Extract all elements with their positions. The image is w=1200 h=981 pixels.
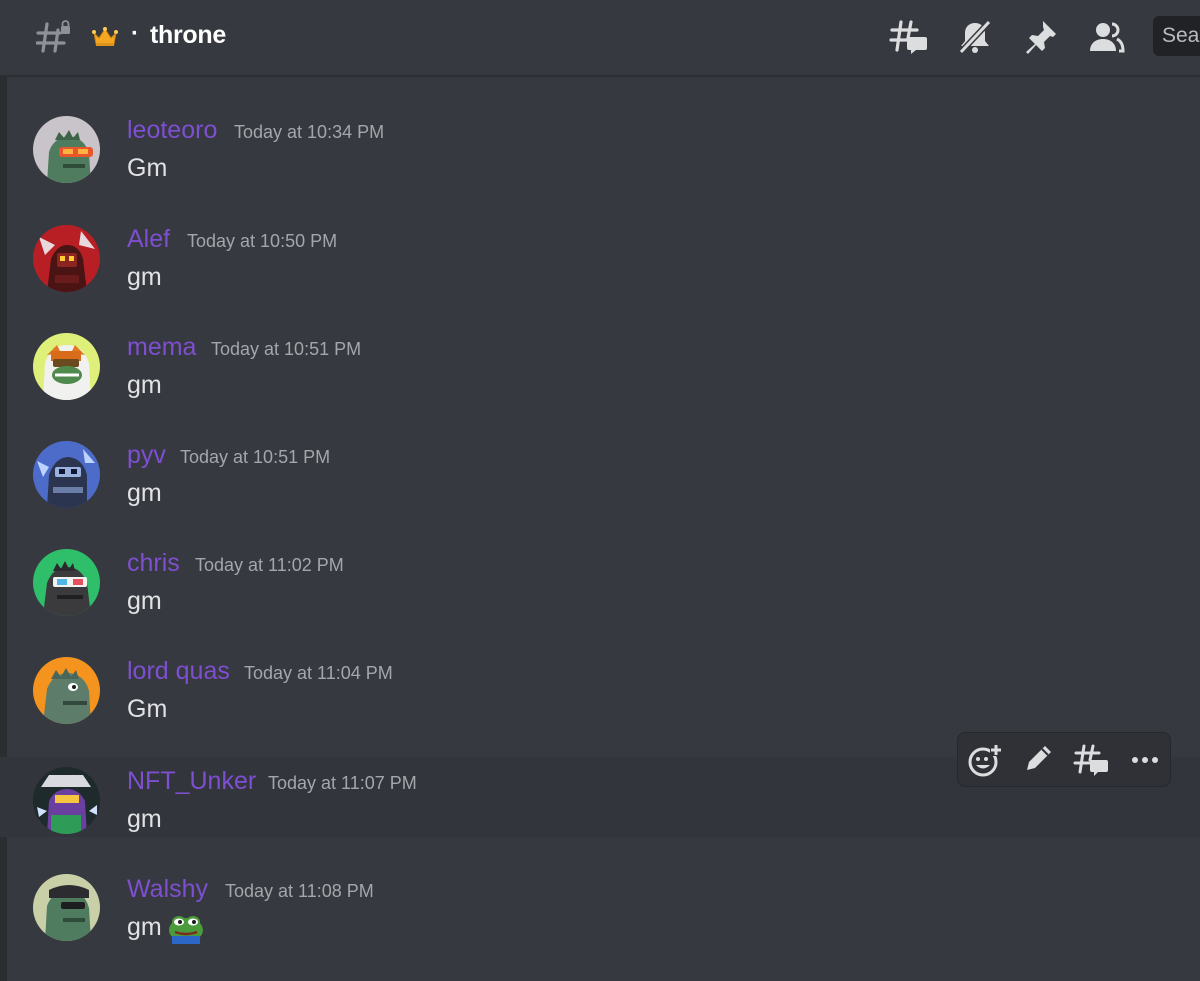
user-avatar[interactable] (33, 441, 100, 508)
message-timestamp: Today at 11:04 PM (244, 663, 393, 683)
edit-icon[interactable] (1019, 742, 1057, 778)
message-timestamp: Today at 11:07 PM (268, 773, 417, 793)
channel-header: · throne Search (0, 0, 1200, 77)
channel-name: throne (150, 21, 226, 49)
add-reaction-icon[interactable] (966, 742, 1004, 778)
message-content: gm (127, 587, 162, 615)
user-avatar[interactable] (33, 225, 100, 292)
message-timestamp: Today at 10:50 PM (187, 231, 338, 251)
search-input[interactable]: Search (1153, 16, 1200, 56)
user-avatar[interactable] (33, 549, 100, 616)
message-timestamp: Today at 11:08 PM (225, 881, 374, 901)
message-username[interactable]: pyv (127, 441, 166, 470)
search-placeholder: Search (1162, 24, 1200, 47)
message-timestamp: Today at 10:34 PM (234, 122, 385, 142)
message-item: leoteoro Today at 10:34 PM Gm (0, 100, 1200, 208)
message-username[interactable]: Alef (127, 225, 170, 254)
message-item: pyv Today at 10:51 PM gm (0, 425, 1200, 533)
members-icon[interactable] (1087, 18, 1127, 56)
message-username[interactable]: lord quas (127, 657, 230, 686)
message-username[interactable]: leoteoro (127, 116, 217, 145)
user-avatar[interactable] (33, 874, 100, 941)
message-item: chris Today at 11:02 PM gm (0, 533, 1200, 641)
pin-icon[interactable] (1021, 18, 1061, 56)
message-content: gm (127, 913, 162, 941)
message-content: gm (127, 805, 162, 833)
message-timestamp: Today at 10:51 PM (180, 447, 331, 467)
pepe-frog-emoji[interactable] (166, 912, 206, 944)
message-content: Gm (127, 695, 168, 723)
user-avatar[interactable] (33, 116, 100, 183)
message-timestamp: Today at 11:02 PM (195, 555, 344, 575)
message-item: mema Today at 10:51 PM gm (0, 317, 1200, 425)
message-content: Gm (127, 154, 168, 182)
crown-icon (92, 27, 118, 46)
message-item: Alef Today at 10:50 PM gm (0, 209, 1200, 317)
message-content: gm (127, 479, 162, 507)
message-content: gm (127, 371, 162, 399)
user-avatar[interactable] (33, 657, 100, 724)
more-options-icon[interactable] (1126, 742, 1164, 778)
notifications-muted-icon[interactable] (955, 18, 995, 56)
thread-channel-icon (36, 20, 70, 53)
channel-separator: · (131, 20, 139, 47)
user-avatar[interactable] (33, 333, 100, 400)
message-item: Walshy Today at 11:08 PM gm (0, 857, 1200, 965)
threads-icon[interactable] (889, 18, 929, 56)
message-action-toolbar (957, 732, 1171, 787)
message-username[interactable]: NFT_Unker (127, 767, 256, 796)
create-thread-icon[interactable] (1073, 742, 1111, 778)
message-content: gm (127, 263, 162, 291)
message-username[interactable]: Walshy (127, 875, 208, 904)
user-avatar[interactable] (33, 767, 100, 834)
message-username[interactable]: mema (127, 333, 196, 362)
message-username[interactable]: chris (127, 549, 180, 578)
message-timestamp: Today at 10:51 PM (211, 339, 362, 359)
